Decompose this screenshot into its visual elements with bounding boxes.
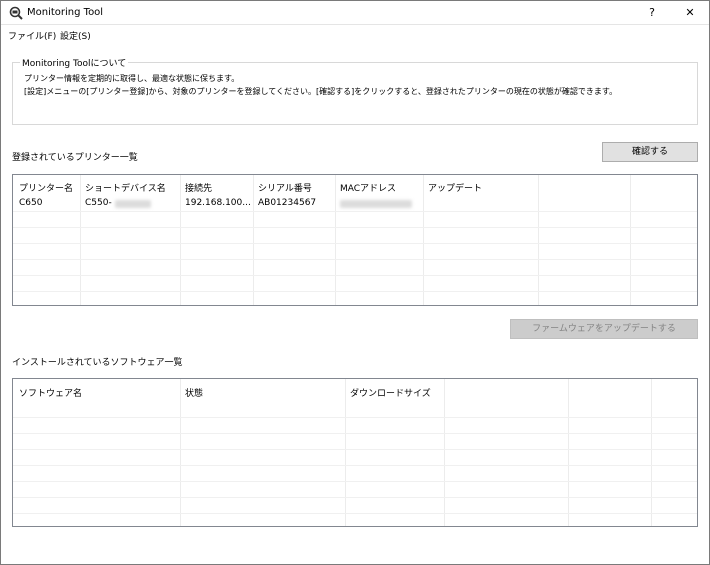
menu-settings[interactable]: 設定(S) bbox=[60, 29, 91, 42]
printer-list-title: 登録されているプリンター一覧 bbox=[12, 153, 138, 163]
main-window: Monitoring Tool ? ✕ ファイル(F) 設定(S) Monito… bbox=[0, 0, 710, 565]
column-header-short-device-name[interactable]: ショートデバイス名 bbox=[85, 181, 166, 194]
about-description-1: プリンター情報を定期的に取得し、最適な状態に保ちます。 bbox=[24, 74, 240, 83]
column-header-download-size[interactable]: ダウンロードサイズ bbox=[350, 386, 431, 399]
menu-bar: ファイル(F) 設定(S) bbox=[1, 27, 709, 43]
close-button[interactable]: ✕ bbox=[676, 4, 704, 22]
column-header-printer-name[interactable]: プリンター名 bbox=[19, 181, 73, 194]
column-header-software-name[interactable]: ソフトウェア名 bbox=[19, 386, 82, 399]
column-header-status[interactable]: 状態 bbox=[185, 386, 203, 399]
redacted-device-suffix bbox=[115, 200, 151, 208]
software-list-title: インストールされているソフトウェア一覧 bbox=[12, 358, 183, 368]
redacted-mac-address bbox=[340, 200, 412, 208]
about-description-2: [設定]メニューの[プリンター登録]から、対象のプリンターを登録してください。[… bbox=[24, 87, 618, 96]
monitor-app-icon bbox=[9, 6, 23, 20]
serial-cell[interactable]: AB01234567 bbox=[258, 198, 316, 208]
printer-table[interactable]: プリンター名 ショートデバイス名 接続先 シリアル番号 MACアドレス アップデ… bbox=[12, 174, 698, 306]
confirm-button[interactable]: 確認する bbox=[602, 142, 698, 162]
column-header-mac[interactable]: MACアドレス bbox=[340, 181, 396, 194]
column-header-serial[interactable]: シリアル番号 bbox=[258, 181, 312, 194]
column-header-update[interactable]: アップデート bbox=[428, 181, 482, 194]
connection-cell[interactable]: 192.168.100... bbox=[185, 198, 251, 208]
software-table[interactable]: ソフトウェア名 状態 ダウンロードサイズ bbox=[12, 378, 698, 527]
title-bar: Monitoring Tool ? ✕ bbox=[1, 1, 709, 25]
short-device-name-cell[interactable]: C550- bbox=[85, 198, 112, 208]
help-button[interactable]: ? bbox=[638, 4, 666, 22]
printer-name-cell[interactable]: C650 bbox=[19, 198, 42, 208]
menu-file[interactable]: ファイル(F) bbox=[8, 29, 56, 42]
update-firmware-button[interactable]: ファームウェアをアップデートする bbox=[510, 319, 698, 339]
about-group: Monitoring Toolについて プリンター情報を定期的に取得し、最適な状… bbox=[12, 56, 698, 125]
column-header-connection[interactable]: 接続先 bbox=[185, 181, 212, 194]
window-title: Monitoring Tool bbox=[27, 7, 104, 18]
about-legend: Monitoring Toolについて bbox=[20, 56, 129, 69]
